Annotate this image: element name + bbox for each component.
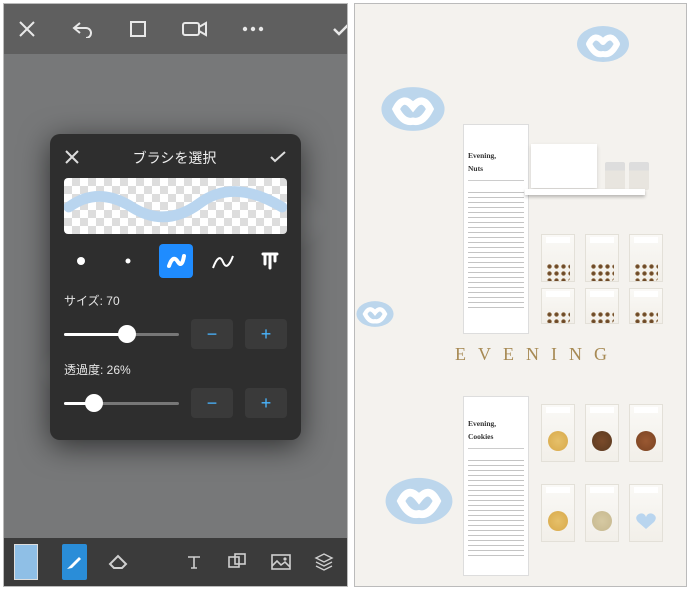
product-bag: [585, 288, 619, 324]
menu-title: Evening,: [468, 151, 524, 161]
product-bag: [585, 484, 619, 542]
opacity-label: 透過度: 26%: [64, 361, 287, 378]
undo-icon[interactable]: [70, 20, 94, 38]
cookie-bag-row: [541, 404, 663, 462]
result-panel: Evening, Nuts Evening, Cookies: [354, 3, 687, 587]
product-jar: [605, 162, 625, 190]
brush-options: [64, 244, 287, 278]
opacity-slider[interactable]: [64, 402, 179, 405]
opacity-decrease-button[interactable]: −: [191, 388, 233, 418]
shape-tool-button[interactable]: [224, 544, 250, 580]
size-slider-block: サイズ: 70 − +: [64, 292, 287, 349]
product-bag: [541, 234, 575, 282]
confirm-icon[interactable]: [332, 21, 348, 37]
product-bag: [541, 288, 575, 324]
editor-topbar: [4, 4, 347, 54]
product-bag: [629, 484, 663, 542]
editor-bottombar: [4, 538, 347, 586]
drawn-heart-icon: [575, 24, 631, 64]
drawn-heart-icon: [379, 84, 447, 134]
brush-solid-small[interactable]: [64, 244, 98, 278]
eraser-tool-button[interactable]: [105, 544, 131, 580]
size-slider[interactable]: [64, 333, 179, 336]
result-image: Evening, Nuts Evening, Cookies: [355, 4, 686, 586]
product-bag: [629, 234, 663, 282]
product-bag: [585, 404, 619, 462]
brush-tool-button[interactable]: [62, 544, 88, 580]
product-bag: [541, 404, 575, 462]
wall-shelf: [525, 189, 645, 195]
modal-title: ブラシを選択: [133, 148, 217, 168]
size-label: サイズ: 70: [64, 292, 287, 309]
color-swatch[interactable]: [14, 544, 38, 580]
editor-panel: ブラシを選択: [3, 3, 348, 587]
shelf-box: [531, 144, 597, 188]
product-bag: [585, 234, 619, 282]
brush-solid-large[interactable]: [111, 244, 145, 278]
modal-close-icon[interactable]: [64, 149, 80, 168]
crop-icon[interactable]: [128, 19, 148, 39]
text-tool-button[interactable]: [181, 544, 207, 580]
brush-select-modal: ブラシを選択: [50, 134, 301, 440]
cookie-bag-row: [541, 484, 663, 542]
size-decrease-button[interactable]: −: [191, 319, 233, 349]
layers-tool-button[interactable]: [311, 544, 337, 580]
product-bag: [629, 404, 663, 462]
video-icon[interactable]: [182, 20, 208, 38]
brush-drip[interactable]: [253, 244, 287, 278]
more-icon[interactable]: [242, 26, 264, 32]
nuts-bag-row: [541, 234, 663, 282]
menu-card-cookies: Evening, Cookies: [463, 396, 529, 576]
product-bag: [629, 288, 663, 324]
menu-sub: Cookies: [468, 432, 524, 442]
wall-letters: EVENING: [455, 344, 619, 365]
menu-sub: Nuts: [468, 164, 524, 174]
brush-wave[interactable]: [206, 244, 240, 278]
image-tool-button[interactable]: [268, 544, 294, 580]
brush-swirl[interactable]: [159, 244, 193, 278]
product-bag: [541, 484, 575, 542]
menu-card-nuts: Evening, Nuts: [463, 124, 529, 334]
menu-title: Evening,: [468, 419, 524, 429]
size-increase-button[interactable]: +: [245, 319, 287, 349]
nuts-bag-row: [541, 288, 663, 324]
brush-preview: [64, 178, 287, 234]
drawn-heart-icon: [355, 294, 395, 334]
opacity-increase-button[interactable]: +: [245, 388, 287, 418]
opacity-slider-block: 透過度: 26% − +: [64, 361, 287, 418]
close-icon[interactable]: [18, 20, 36, 38]
product-jar: [629, 162, 649, 190]
drawn-heart-icon: [383, 474, 455, 528]
modal-confirm-icon[interactable]: [269, 150, 287, 167]
